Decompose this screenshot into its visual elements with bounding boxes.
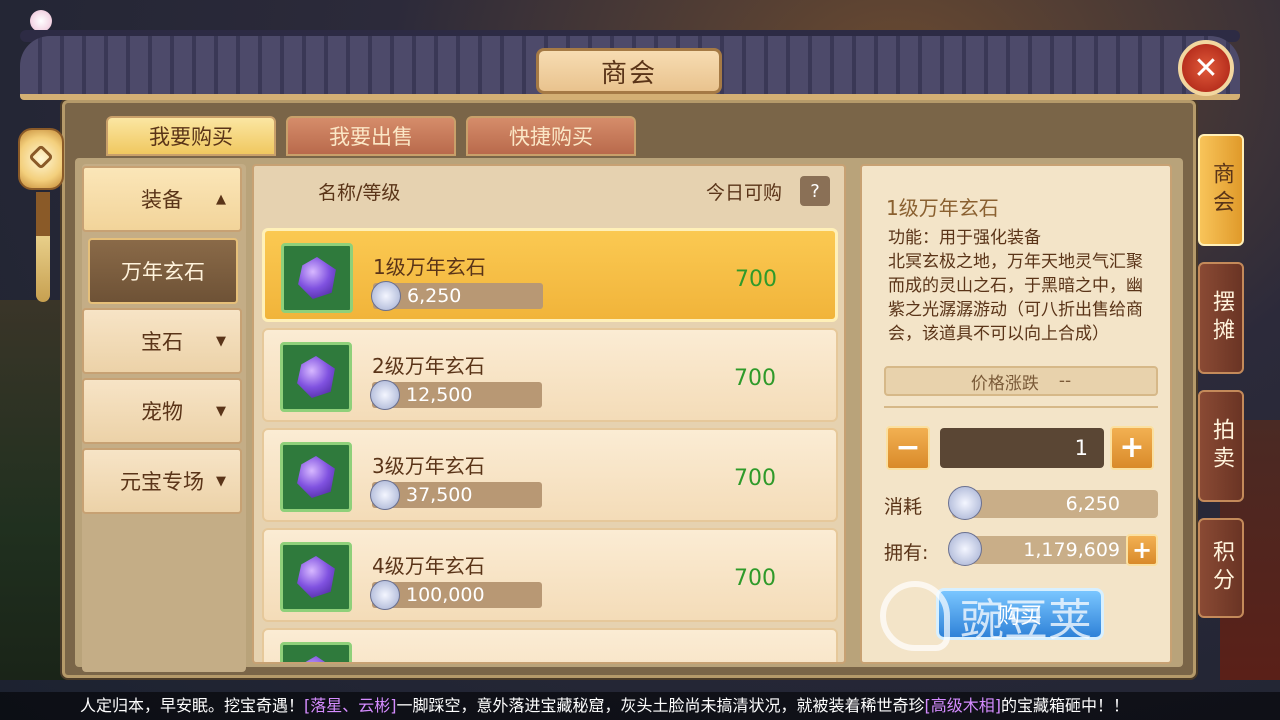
item-price: 100,000 [406,584,485,606]
item-name: 2级万年玄石 [372,354,485,378]
quantity-input[interactable]: 1 [940,428,1104,468]
list-item[interactable]: 4级万年玄石 100,000 700 [262,528,838,622]
detail-description: 功能：用于强化装备 北冥玄极之地，万年天地灵气汇聚而成的灵山之石，于黑暗之中，幽… [888,228,1143,344]
list-item[interactable]: 1级万年玄石 6,250 700 [262,228,838,322]
purple-gem-icon [297,656,335,662]
chevron-up-icon: ▲ [216,191,226,207]
watermark-text: 豌豆荚 [960,595,1092,646]
purple-gem-icon [297,356,335,398]
category-label: 元宝专场 [120,470,204,494]
item-name: 1级万年玄石 [373,255,486,279]
silver-coin-icon [370,380,400,410]
close-button[interactable]: ✕ [1178,40,1234,96]
list-header: 名称/等级 今日可购 ? [254,166,844,216]
category-label: 宠物 [141,400,183,424]
news-item: [高级木相] [924,696,1002,715]
purple-gem-icon [297,556,335,598]
item-icon [280,342,352,412]
category-sub-xuanshi[interactable]: 万年玄石 [88,238,238,304]
category-gems[interactable]: 宝石 ▼ [82,308,242,374]
price-trend-label: 价格涨跌 [970,373,1039,394]
news-middle: 一脚踩空，意外落进宝藏秘窟，灰头土脸尚未搞清状况，就被装着稀世奇珍 [396,696,925,715]
tab-buy[interactable]: 我要购买 [106,116,276,156]
silver-coin-icon [948,486,982,520]
item-name: 4级万年玄石 [372,554,485,578]
quantity-plus-button[interactable]: + [1110,426,1154,470]
purple-gem-icon [297,456,335,498]
item-available: 700 [734,466,776,491]
side-tab-shop[interactable]: 商会 [1198,134,1244,246]
news-names: [落星、云彬] [304,696,397,715]
item-icon [280,542,352,612]
price-trend-value: -- [1058,371,1072,391]
window-title: 商会 [536,48,722,94]
detail-title: 1级万年玄石 [886,196,999,220]
tassel-decoration [36,192,50,302]
silver-coin-icon [370,580,400,610]
price-trend: 价格涨跌 -- [884,366,1158,396]
news-prefix: 人定归本，早安眠。挖宝奇遇！ [80,696,305,715]
item-available: 700 [734,366,776,391]
list-item[interactable]: 3级万年玄石 37,500 700 [262,428,838,522]
help-button[interactable]: ? [800,176,830,206]
item-available: 700 [735,267,777,292]
tab-sell[interactable]: 我要出售 [286,116,456,156]
item-name: 3级万年玄石 [372,454,485,478]
item-price: 37,500 [406,484,473,506]
header-name-level: 名称/等级 [318,182,401,204]
blossom-decoration [30,10,52,32]
news-ticker: 人定归本，早安眠。挖宝奇遇！[落星、云彬]一脚踩空，意外落进宝藏秘窟，灰头土脸尚… [0,692,1280,720]
close-icon: ✕ [1193,50,1219,86]
cost-value: 6,250 [1065,493,1120,515]
category-label: 万年玄石 [121,260,205,284]
price-bar: 100,000 [370,580,542,610]
item-price: 12,500 [406,384,473,406]
price-bar: 12,500 [370,380,542,410]
divider [884,406,1158,408]
price-bar: 37,500 [370,480,542,510]
news-suffix: 的宝藏箱砸中！！ [1001,696,1130,715]
category-equipment[interactable]: 装备 ▲ [82,166,242,232]
header-today-available: 今日可购 [706,182,783,204]
item-icon [281,243,353,313]
cost-bar: 6,250 [948,486,1158,520]
quantity-minus-button[interactable]: − [886,426,930,470]
item-available: 700 [734,566,776,591]
coin-emblem-icon [28,144,54,170]
item-icon [280,442,352,512]
side-tab-stall[interactable]: 摆摊 [1198,262,1244,374]
chevron-down-icon: ▼ [216,473,226,489]
list-item-partial[interactable] [262,628,838,662]
category-pets[interactable]: 宠物 ▼ [82,378,242,444]
chevron-down-icon: ▼ [216,403,226,419]
chevron-down-icon: ▼ [216,333,226,349]
watermark-logo-icon [880,581,950,651]
item-price: 6,250 [407,285,462,307]
watermark: 豌豆荚 [880,556,1260,676]
silver-coin-icon [370,480,400,510]
list-item[interactable]: 2级万年玄石 12,500 700 [262,328,838,422]
tab-quick-buy[interactable]: 快捷购买 [466,116,636,156]
item-icon [280,642,352,662]
item-list-panel: 名称/等级 今日可购 ? 1级万年玄石 6,250 700 2级万年玄石 12,… [252,164,846,664]
category-label: 装备 [141,188,183,212]
lantern-decoration [18,128,64,190]
category-label: 宝石 [141,330,183,354]
side-tab-auction[interactable]: 拍卖 [1198,390,1244,502]
silver-coin-icon [371,281,401,311]
purple-gem-icon [298,257,336,299]
cost-label: 消耗 [884,496,923,518]
price-bar: 6,250 [371,281,543,311]
category-yuanbao[interactable]: 元宝专场 ▼ [82,448,242,514]
